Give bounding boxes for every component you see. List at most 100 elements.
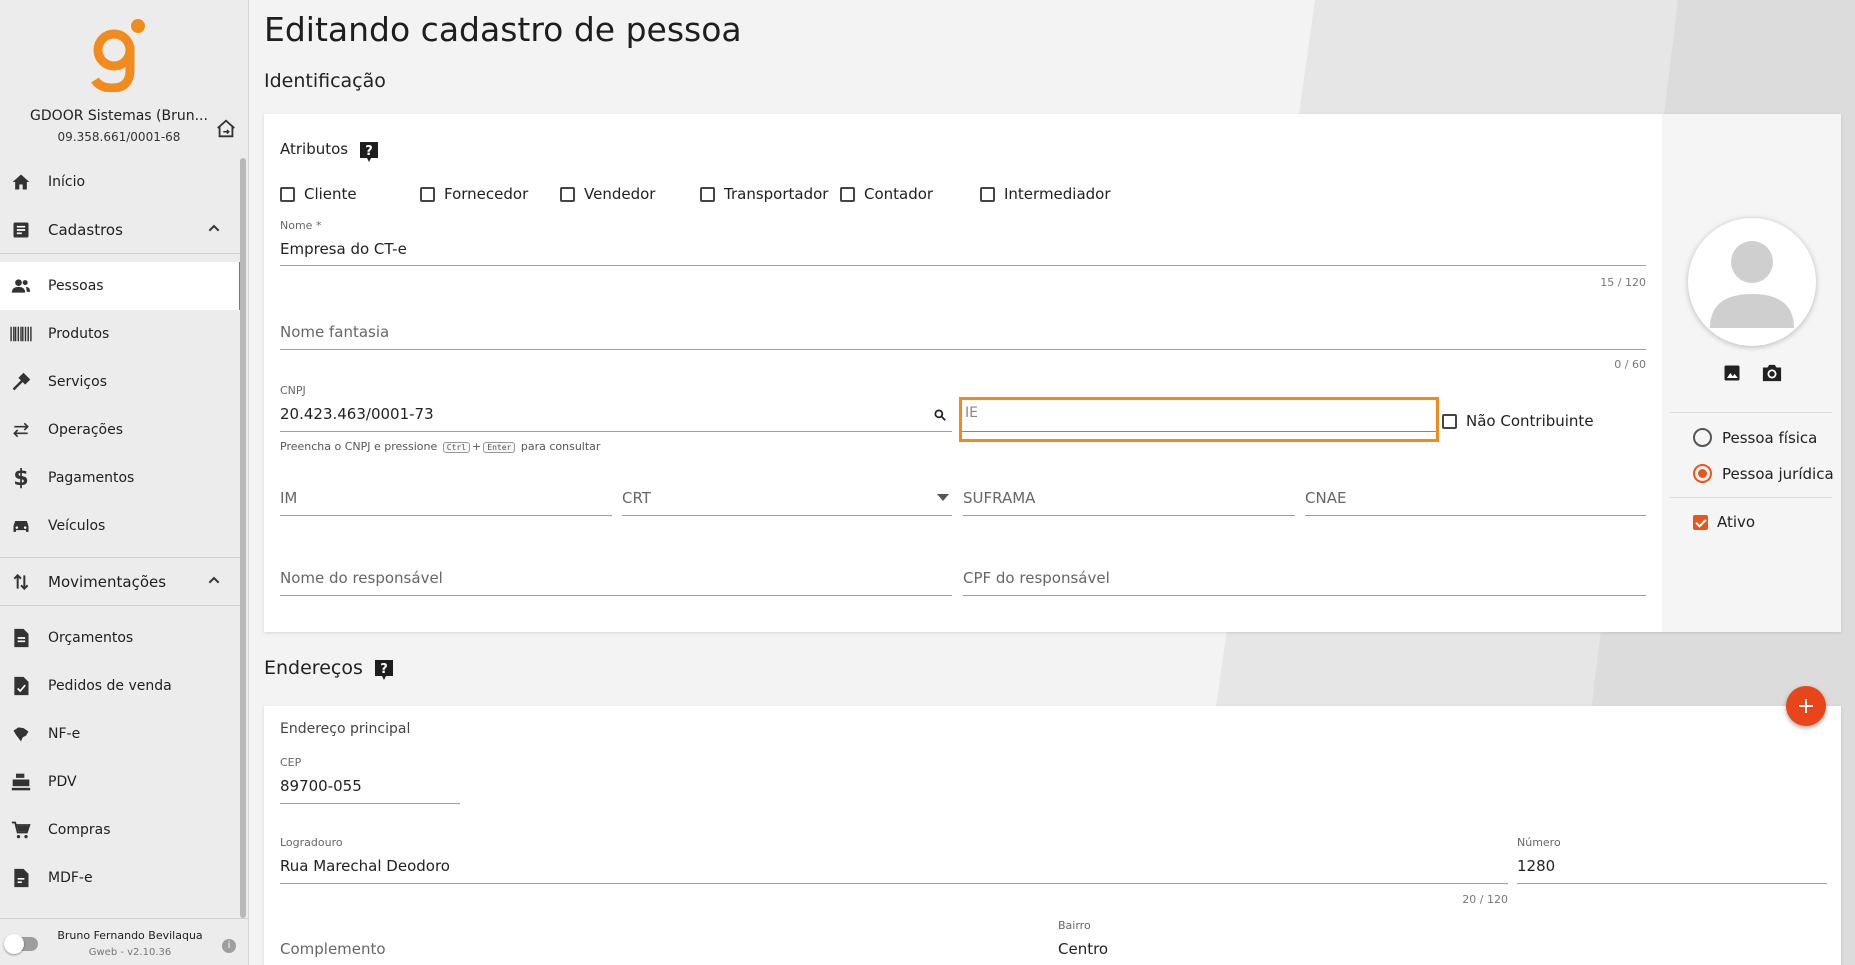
- checkbox-box[interactable]: [700, 186, 715, 202]
- nome-responsavel-input[interactable]: Nome do responsável: [280, 569, 443, 587]
- checkbox-transportador[interactable]: Transportador: [700, 185, 828, 203]
- cnpj-input[interactable]: 20.423.463/0001-73: [280, 405, 434, 423]
- nome-label: Nome *: [280, 219, 322, 232]
- checkbox-box[interactable]: [560, 186, 575, 202]
- sidebar-item-label: Orçamentos: [48, 630, 134, 646]
- crt-underline: [622, 515, 952, 516]
- nome-input[interactable]: Empresa do CT-e: [280, 240, 407, 258]
- sidebar: GDOOR Sistemas (Brun... 09.358.661/0001-…: [0, 0, 249, 965]
- sidebar-item-pedidos-de-venda[interactable]: Pedidos de venda: [0, 662, 240, 710]
- help-icon[interactable]: ?: [374, 659, 394, 681]
- numero-input[interactable]: 1280: [1517, 857, 1555, 875]
- enter-key-badge: Enter: [483, 442, 516, 453]
- bairro-input[interactable]: Centro: [1058, 940, 1108, 958]
- page-title: Editando cadastro de pessoa: [264, 10, 742, 49]
- brazil-map-icon: [10, 723, 32, 745]
- ie-input[interactable]: IE: [965, 405, 978, 421]
- logradouro-input[interactable]: Rua Marechal Deodoro: [280, 857, 450, 875]
- dark-mode-toggle[interactable]: [4, 934, 38, 954]
- search-icon[interactable]: [933, 408, 947, 422]
- logradouro-underline: [280, 883, 1508, 884]
- person-placeholder-icon: [1710, 241, 1794, 328]
- checkbox-box[interactable]: [280, 186, 295, 202]
- ie-input-highlight: [959, 397, 1439, 442]
- checkbox-vendedor[interactable]: Vendedor: [560, 185, 655, 203]
- avatar[interactable]: [1688, 218, 1816, 346]
- sidebar-item-orcamentos[interactable]: Orçamentos: [0, 614, 240, 662]
- radio-pessoa-juridica[interactable]: Pessoa jurídica: [1693, 464, 1834, 483]
- cep-input[interactable]: 89700-055: [280, 777, 362, 795]
- sidebar-item-pagamentos[interactable]: $ Pagamentos: [0, 454, 240, 502]
- im-input[interactable]: IM: [280, 489, 297, 507]
- cart-icon: [10, 819, 32, 841]
- sidebar-item-compras[interactable]: Compras: [0, 806, 240, 854]
- cash-register-icon: [10, 771, 32, 793]
- nome-fantasia-underline: [280, 349, 1646, 350]
- checkbox-nao-contribuinte[interactable]: Não Contribuinte: [1442, 412, 1594, 430]
- complemento-input[interactable]: Complemento: [280, 940, 386, 958]
- cadastros-icon: [10, 219, 32, 241]
- radio-circle[interactable]: [1693, 428, 1712, 447]
- camera-icon[interactable]: [1761, 363, 1783, 383]
- sidebar-item-pessoas[interactable]: Pessoas: [0, 262, 243, 310]
- barcode-icon: [10, 323, 32, 345]
- cnpj-hint: Preencha o CNPJ e pressione Ctrl + Enter p…: [280, 440, 600, 453]
- sidebar-group-movimentacoes[interactable]: Movimentações: [0, 558, 240, 606]
- radio-circle-selected[interactable]: [1693, 464, 1712, 483]
- image-upload-icon[interactable]: [1722, 363, 1742, 383]
- cpf-responsavel-input[interactable]: CPF do responsável: [963, 569, 1110, 587]
- add-endereco-button[interactable]: [1786, 686, 1826, 726]
- info-icon[interactable]: i: [222, 939, 236, 953]
- radio-pessoa-fisica[interactable]: Pessoa física: [1693, 428, 1817, 447]
- sidebar-item-operacoes[interactable]: Operações: [0, 406, 240, 454]
- crt-select[interactable]: CRT: [622, 489, 651, 507]
- logradouro-counter: 20 / 120: [1462, 893, 1508, 906]
- sidebar-item-nfe[interactable]: NF-e: [0, 710, 240, 758]
- sidebar-item-mdfe[interactable]: MDF-e: [0, 854, 240, 902]
- checkbox-box-checked[interactable]: [1693, 514, 1708, 530]
- help-icon[interactable]: ?: [359, 141, 379, 163]
- checkbox-box[interactable]: [980, 186, 995, 202]
- suframa-input[interactable]: SUFRAMA: [963, 489, 1035, 507]
- cnpj-underline: [280, 431, 952, 432]
- sidebar-item-servicos[interactable]: Serviços: [0, 358, 240, 406]
- checkbox-label: Transportador: [724, 185, 829, 203]
- checkbox-ativo[interactable]: Ativo: [1693, 513, 1755, 531]
- dropdown-arrow-icon[interactable]: [937, 494, 949, 502]
- radio-label: Pessoa jurídica: [1722, 464, 1834, 483]
- switch-company-icon[interactable]: [215, 118, 237, 140]
- nome-fantasia-input[interactable]: Nome fantasia: [280, 323, 389, 341]
- checkbox-box[interactable]: [1442, 413, 1457, 429]
- checkbox-label: Cliente: [304, 185, 357, 203]
- cnae-input[interactable]: CNAE: [1305, 489, 1346, 507]
- divider: [1670, 412, 1832, 413]
- cnpj-hint-text: Preencha o CNPJ e pressione: [280, 440, 438, 453]
- sidebar-item-label: Pagamentos: [48, 470, 135, 486]
- checkbox-fornecedor[interactable]: Fornecedor: [420, 185, 528, 203]
- home-icon: [10, 171, 32, 193]
- sidebar-item-label: NF-e: [48, 726, 81, 742]
- car-icon: [10, 515, 32, 537]
- sidebar-item-label: PDV: [48, 774, 77, 790]
- sidebar-scrollbar[interactable]: [240, 158, 246, 918]
- sidebar-footer: Bruno Fernando Bevilaqua Gweb - v2.10.36…: [0, 918, 248, 965]
- suframa-underline: [963, 515, 1295, 516]
- checkbox-contador[interactable]: Contador: [840, 185, 933, 203]
- checkbox-intermediador[interactable]: Intermediador: [980, 185, 1111, 203]
- logradouro-label: Logradouro: [280, 836, 343, 849]
- sidebar-item-label: Veículos: [48, 518, 106, 534]
- checkbox-box[interactable]: [420, 186, 435, 202]
- sidebar-item-veiculos[interactable]: Veículos: [0, 502, 240, 550]
- checkbox-label: Ativo: [1717, 513, 1756, 531]
- svg-text:?: ?: [380, 662, 388, 677]
- sidebar-item-pdv[interactable]: PDV: [0, 758, 240, 806]
- app-version: Gweb - v2.10.36: [88, 947, 172, 958]
- checkbox-cliente[interactable]: Cliente: [280, 185, 357, 203]
- sidebar-item-produtos[interactable]: Produtos: [0, 310, 240, 358]
- ctrl-key-badge: Ctrl: [442, 442, 471, 453]
- sidebar-group-cadastros[interactable]: Cadastros: [0, 206, 240, 254]
- nome-fantasia-counter: 0 / 60: [1614, 358, 1646, 371]
- sidebar-item-inicio[interactable]: Início: [0, 158, 240, 206]
- checkbox-box[interactable]: [840, 186, 855, 202]
- nome-underline: [280, 265, 1646, 266]
